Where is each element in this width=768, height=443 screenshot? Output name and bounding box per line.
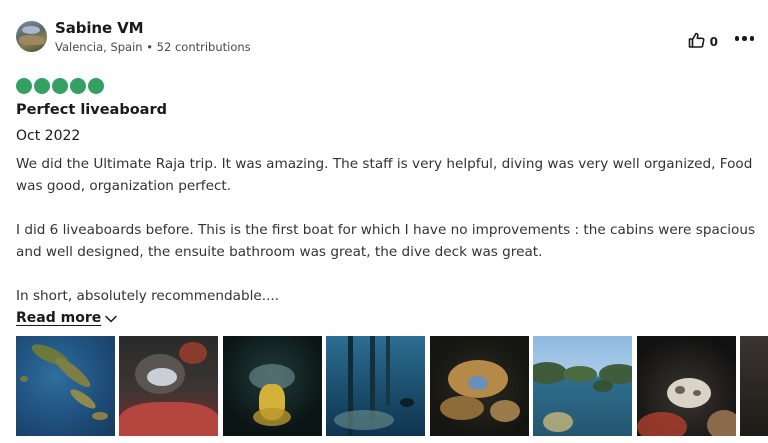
review-photo-jellyfish[interactable] [223,336,322,436]
chevron-down-icon [105,308,117,327]
helpful-vote-button[interactable]: 0 [688,32,718,52]
rating-bubble [52,78,68,94]
review-photo-nudibranch[interactable] [430,336,529,436]
helpful-count: 0 [709,35,718,49]
review-paragraph: In short, absolutely recommendable.... [16,288,280,304]
rating-bubble [88,78,104,94]
user-meta: Valencia, Spain • 52 contributions [55,40,251,54]
read-more-label: Read more [16,309,102,326]
bubble-rating [16,78,104,94]
review-body: We did the Ultimate Raja trip. It was am… [16,153,756,307]
review-paragraph: We did the Ultimate Raja trip. It was am… [16,156,753,194]
more-dot [734,36,739,41]
review-header: Sabine VM Valencia, Spain • 52 contribut… [16,19,756,55]
user-name[interactable]: Sabine VM [55,19,144,37]
review-photo-raja-ampat[interactable] [533,336,632,436]
more-dot [749,36,754,41]
rating-bubble [70,78,86,94]
thumbs-up-icon [688,32,705,52]
avatar[interactable] [16,21,47,52]
review-photo-jetty[interactable] [326,336,425,436]
review-photo-aerial-islands[interactable] [16,336,115,436]
review-paragraph: I did 6 liveaboards before. This is the … [16,222,756,260]
rating-bubble [34,78,50,94]
review-date: Oct 2022 [16,128,81,144]
review-title: Perfect liveaboard [16,102,167,118]
review-photo-fish[interactable] [119,336,218,436]
rating-bubble [16,78,32,94]
review-photo-octopus[interactable] [637,336,736,436]
more-dot [742,36,747,41]
read-more-button[interactable]: Read more [16,308,117,327]
more-options-button[interactable] [733,32,757,45]
photo-strip [16,336,768,436]
review-photo-partial[interactable] [740,336,768,436]
